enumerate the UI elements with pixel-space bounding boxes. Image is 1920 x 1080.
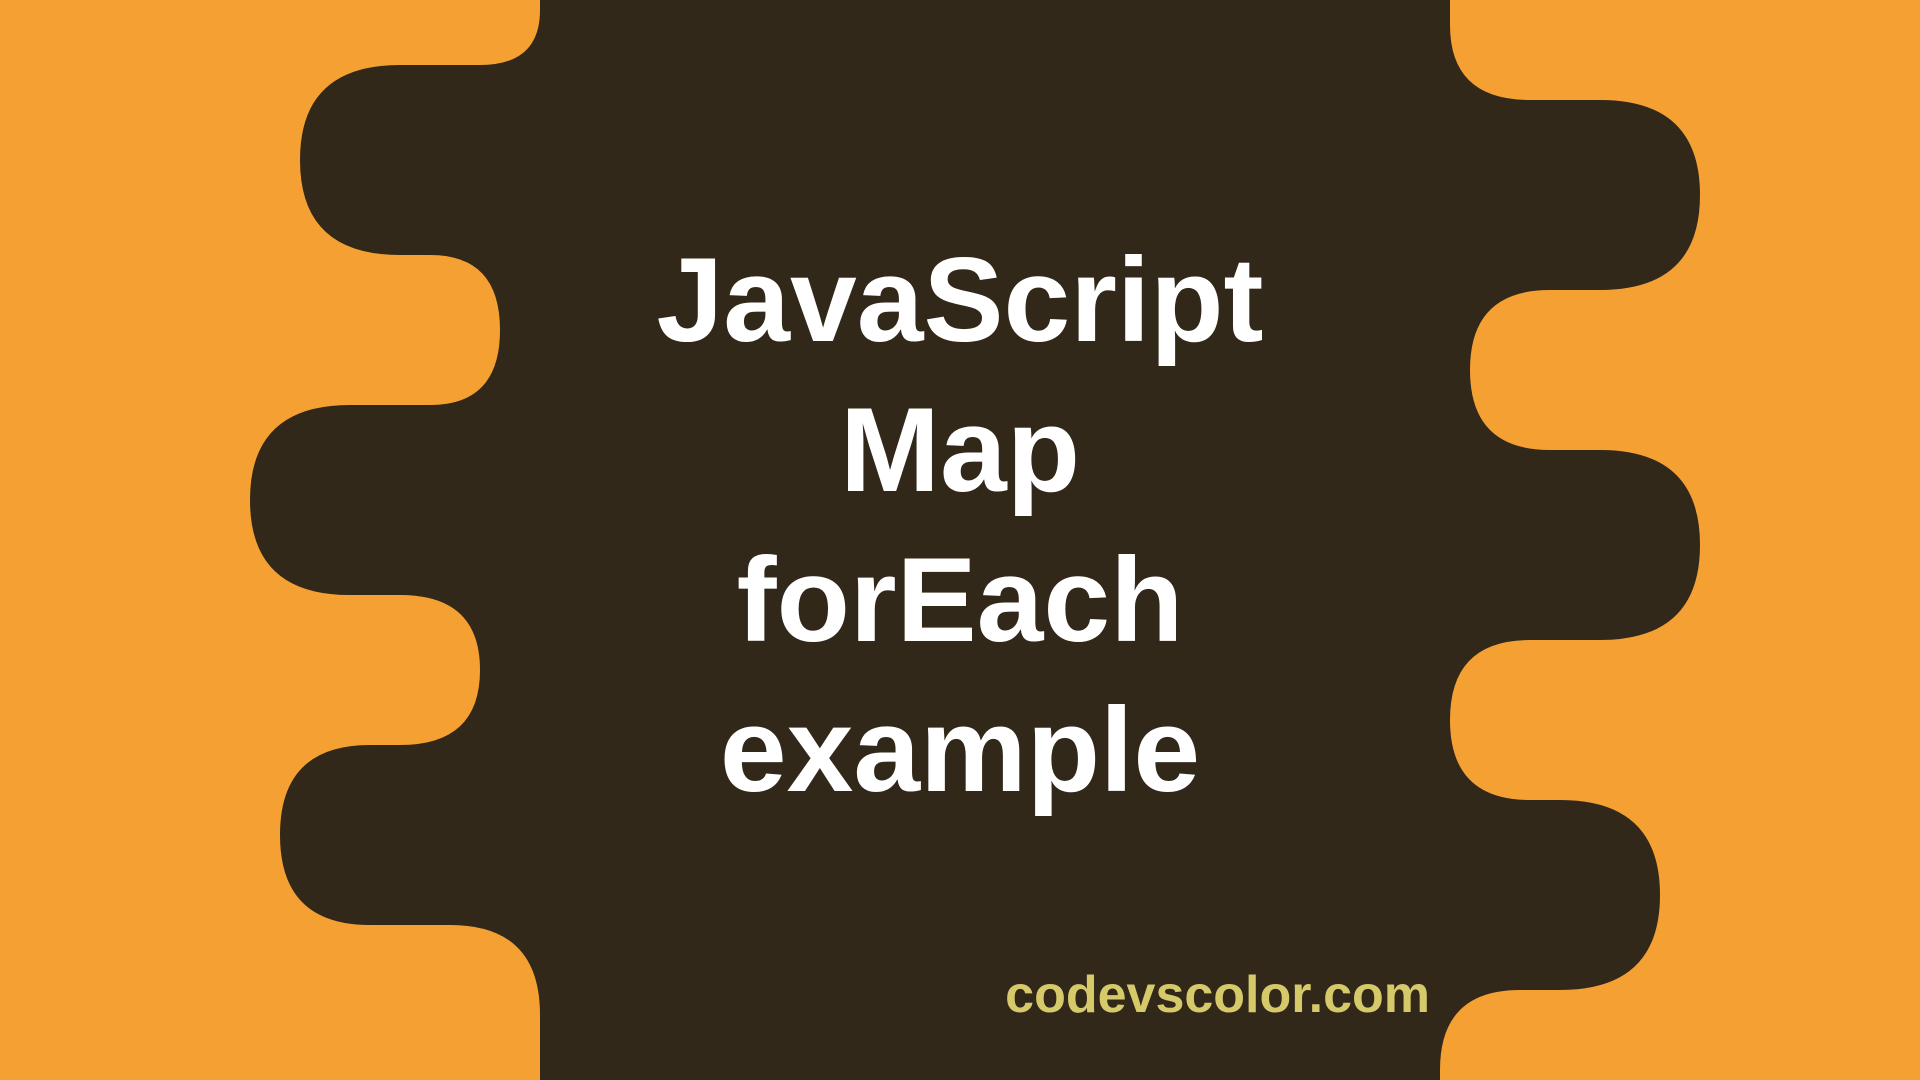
title-line-4: example	[656, 675, 1263, 825]
banner-title: JavaScript Map forEach example	[656, 225, 1263, 825]
title-line-2: Map	[656, 375, 1263, 525]
watermark-text: codevscolor.com	[1005, 965, 1430, 1025]
banner-canvas: JavaScript Map forEach example codevscol…	[0, 0, 1920, 1080]
title-line-1: JavaScript	[656, 225, 1263, 375]
title-line-3: forEach	[656, 525, 1263, 675]
